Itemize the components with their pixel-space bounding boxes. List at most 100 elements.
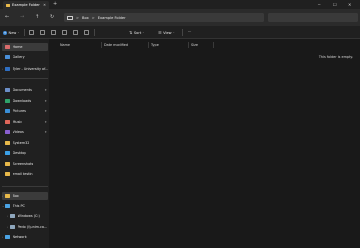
- column-header-size[interactable]: Size: [189, 42, 214, 48]
- sidebar-item-windows-c[interactable]: › Windows (C:): [7, 212, 48, 220]
- music-icon: [5, 120, 10, 124]
- sidebar-item-onedrive[interactable]: › Tyler - University of...: [2, 65, 48, 73]
- address-bar[interactable]: > Box > Example Folder: [64, 13, 264, 22]
- sidebar-item-network-drive[interactable]: › Pedo (\\unim.ca...: [7, 223, 48, 231]
- sidebar-item-home[interactable]: Home: [2, 43, 48, 51]
- chevron-down-icon: ⌄: [17, 31, 20, 34]
- column-headers: Name Date modified Type Size: [49, 42, 360, 48]
- sidebar-item-label: Videos: [12, 130, 24, 134]
- minimize-button[interactable]: ─: [318, 2, 320, 7]
- documents-icon: [5, 88, 10, 92]
- new-button[interactable]: + New ⌄: [3, 29, 20, 36]
- sidebar-divider: [2, 78, 48, 79]
- delete-icon[interactable]: [84, 30, 89, 35]
- navigation-pane: Home Gallery › Tyler - University of... …: [0, 39, 49, 248]
- pin-icon: ✦: [44, 120, 47, 124]
- column-header-date-modified[interactable]: Date modified: [102, 42, 149, 48]
- sidebar-item-label: Music: [12, 120, 23, 124]
- pin-icon: ✦: [44, 99, 47, 103]
- sidebar-item-videos[interactable]: Videos ✦: [2, 128, 48, 136]
- pin-icon: ✦: [44, 109, 47, 113]
- new-label: New: [8, 30, 17, 35]
- chevron-down-icon[interactable]: ⌄: [2, 204, 4, 208]
- column-header-name[interactable]: Name: [58, 42, 102, 48]
- sidebar-item-documents[interactable]: Documents ✦: [2, 86, 48, 94]
- title-bar: Example Folder ✕ + ─ ☐ ✕: [0, 0, 360, 9]
- sidebar-item-label: System32: [12, 141, 30, 145]
- command-divider: [182, 29, 183, 36]
- sidebar-item-this-pc[interactable]: ⌄ This PC: [2, 202, 48, 210]
- chevron-down-icon: ⌄: [172, 31, 175, 34]
- view-label: View: [163, 30, 172, 35]
- gallery-icon: [5, 55, 10, 59]
- maximize-button[interactable]: ☐: [333, 2, 337, 7]
- command-divider: [94, 29, 95, 36]
- folder-icon: [6, 3, 10, 7]
- view-icon: ☰: [158, 30, 162, 35]
- pin-icon: ✦: [44, 88, 47, 92]
- sidebar-item-label: Desktop: [12, 151, 27, 155]
- sidebar-item-system32[interactable]: System32: [2, 139, 48, 147]
- chevron-right-icon[interactable]: ›: [2, 67, 3, 71]
- cloud-icon: [5, 67, 10, 71]
- computer-icon: [5, 204, 10, 208]
- sort-icon: ⇅: [129, 30, 133, 35]
- sidebar-item-label: This PC: [12, 204, 25, 208]
- view-button[interactable]: ☰ View ⌄: [158, 30, 175, 35]
- chevron-right-icon[interactable]: ›: [2, 194, 3, 198]
- folder-icon: [5, 172, 10, 176]
- home-icon: [5, 45, 10, 49]
- tab-close-icon[interactable]: ✕: [43, 3, 46, 7]
- sidebar-item-desktop[interactable]: Desktop: [2, 149, 48, 157]
- sidebar-item-downloads[interactable]: Downloads ✦: [2, 97, 48, 105]
- network-icon: [5, 235, 10, 239]
- computer-icon: [67, 15, 73, 20]
- sidebar-item-label: Pictures: [12, 109, 26, 113]
- sidebar-item-label: Box: [12, 194, 19, 198]
- chevron-right-icon[interactable]: ›: [2, 235, 3, 239]
- sidebar-item-email-testin[interactable]: email testin: [2, 170, 48, 178]
- pictures-icon: [5, 109, 10, 113]
- up-button[interactable]: ↑: [35, 14, 39, 20]
- breadcrumb-separator: >: [91, 15, 95, 20]
- back-button[interactable]: ←: [5, 14, 9, 20]
- pin-icon: ✦: [44, 130, 47, 134]
- desktop-icon: [5, 151, 10, 155]
- sidebar-item-label: Gallery: [12, 55, 25, 59]
- box-icon: [5, 194, 10, 198]
- sort-button[interactable]: ⇅ Sort ⌄: [129, 30, 144, 35]
- column-header-type[interactable]: Type: [149, 42, 189, 48]
- sidebar-item-label: Windows (C:): [17, 214, 40, 218]
- sort-label: Sort: [133, 30, 142, 35]
- sidebar-item-screenshots[interactable]: Screenshots: [2, 160, 48, 168]
- sidebar-item-label: Documents: [12, 88, 32, 92]
- tab-example-folder[interactable]: Example Folder ✕: [3, 1, 49, 9]
- window-close-button[interactable]: ✕: [348, 2, 351, 7]
- sidebar-item-music[interactable]: Music ✦: [2, 118, 48, 126]
- share-icon[interactable]: [73, 30, 78, 35]
- breadcrumb-box[interactable]: Box: [82, 16, 89, 20]
- refresh-button[interactable]: ↻: [50, 14, 54, 20]
- file-list-pane[interactable]: Name Date modified Type Size This folder…: [49, 39, 360, 248]
- forward-button[interactable]: →: [20, 14, 24, 20]
- more-options-button[interactable]: ···: [188, 30, 191, 34]
- sidebar-item-gallery[interactable]: Gallery: [2, 53, 48, 61]
- copy-icon[interactable]: [40, 30, 45, 35]
- sidebar-item-box[interactable]: › Box: [2, 192, 48, 200]
- sidebar-item-pictures[interactable]: Pictures ✦: [2, 107, 48, 115]
- cut-icon[interactable]: [29, 30, 34, 35]
- folder-icon: [5, 141, 10, 145]
- new-tab-button[interactable]: +: [53, 2, 57, 7]
- command-bar: + New ⌄ ⇅ Sort ⌄ ☰ View ⌄ ···: [0, 26, 360, 39]
- rename-icon[interactable]: [62, 30, 67, 35]
- chevron-right-icon[interactable]: ›: [7, 225, 8, 229]
- empty-folder-message: This folder is empty.: [318, 55, 353, 59]
- paste-icon[interactable]: [51, 30, 56, 35]
- chevron-right-icon[interactable]: ›: [7, 214, 8, 218]
- sidebar-item-label: Network: [12, 235, 27, 239]
- breadcrumb-example-folder[interactable]: Example Folder: [98, 16, 126, 20]
- search-input[interactable]: [268, 13, 358, 22]
- sidebar-divider: [2, 186, 48, 187]
- sidebar-item-network[interactable]: › Network: [2, 233, 48, 241]
- folder-icon: [5, 162, 10, 166]
